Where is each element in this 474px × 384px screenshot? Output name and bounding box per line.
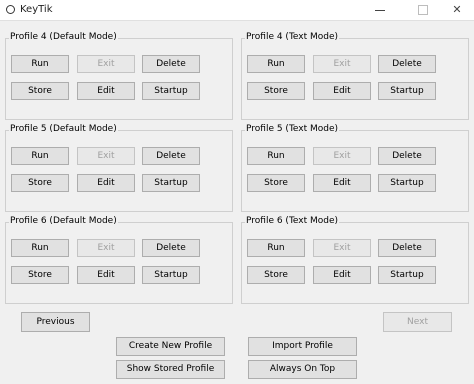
delete-button[interactable]: Delete <box>378 147 436 165</box>
group-label: Profile 4 (Text Mode) <box>245 32 340 42</box>
profile-6-default-group: Profile 6 (Default Mode) Run Exit Delete… <box>5 216 233 304</box>
delete-button[interactable]: Delete <box>142 239 200 257</box>
show-stored-profile-button[interactable]: Show Stored Profile <box>116 360 225 379</box>
run-button[interactable]: Run <box>247 55 305 73</box>
group-label: Profile 4 (Default Mode) <box>9 32 118 42</box>
edit-button[interactable]: Edit <box>313 174 371 192</box>
store-button[interactable]: Store <box>11 266 69 284</box>
edit-button[interactable]: Edit <box>313 82 371 100</box>
edit-button[interactable]: Edit <box>77 82 135 100</box>
edit-button[interactable]: Edit <box>77 174 135 192</box>
minimize-button[interactable] <box>365 2 395 18</box>
edit-button[interactable]: Edit <box>313 266 371 284</box>
exit-button[interactable]: Exit <box>77 147 135 165</box>
maximize-button[interactable] <box>408 2 438 18</box>
window-title: KeyTik <box>20 4 53 15</box>
store-button[interactable]: Store <box>11 174 69 192</box>
run-button[interactable]: Run <box>247 147 305 165</box>
profile-6-text-group: Profile 6 (Text Mode) Run Exit Delete St… <box>241 216 469 304</box>
group-label: Profile 6 (Default Mode) <box>9 216 118 226</box>
previous-button[interactable]: Previous <box>21 312 90 332</box>
minimize-icon <box>375 10 385 11</box>
always-on-top-button[interactable]: Always On Top <box>248 360 357 379</box>
startup-button[interactable]: Startup <box>142 266 200 284</box>
startup-button[interactable]: Startup <box>378 266 436 284</box>
profile-4-default-group: Profile 4 (Default Mode) Run Exit Delete… <box>5 32 233 120</box>
store-button[interactable]: Store <box>247 82 305 100</box>
delete-button[interactable]: Delete <box>378 239 436 257</box>
exit-button[interactable]: Exit <box>77 239 135 257</box>
edit-button[interactable]: Edit <box>77 266 135 284</box>
store-button[interactable]: Store <box>11 82 69 100</box>
next-button[interactable]: Next <box>383 312 452 332</box>
startup-button[interactable]: Startup <box>378 174 436 192</box>
run-button[interactable]: Run <box>247 239 305 257</box>
run-button[interactable]: Run <box>11 239 69 257</box>
maximize-icon <box>418 5 428 15</box>
exit-button[interactable]: Exit <box>313 239 371 257</box>
run-button[interactable]: Run <box>11 55 69 73</box>
group-label: Profile 5 (Default Mode) <box>9 124 118 134</box>
app-logo-icon <box>6 5 15 14</box>
store-button[interactable]: Store <box>247 266 305 284</box>
exit-button[interactable]: Exit <box>313 147 371 165</box>
delete-button[interactable]: Delete <box>142 147 200 165</box>
startup-button[interactable]: Startup <box>378 82 436 100</box>
startup-button[interactable]: Startup <box>142 174 200 192</box>
store-button[interactable]: Store <box>247 174 305 192</box>
run-button[interactable]: Run <box>11 147 69 165</box>
close-button[interactable]: ✕ <box>442 2 472 18</box>
delete-button[interactable]: Delete <box>142 55 200 73</box>
group-label: Profile 5 (Text Mode) <box>245 124 340 134</box>
startup-button[interactable]: Startup <box>142 82 200 100</box>
group-label: Profile 6 (Text Mode) <box>245 216 340 226</box>
profile-5-default-group: Profile 5 (Default Mode) Run Exit Delete… <box>5 124 233 212</box>
exit-button[interactable]: Exit <box>313 55 371 73</box>
create-new-profile-button[interactable]: Create New Profile <box>116 337 225 356</box>
profile-5-text-group: Profile 5 (Text Mode) Run Exit Delete St… <box>241 124 469 212</box>
profile-4-text-group: Profile 4 (Text Mode) Run Exit Delete St… <box>241 32 469 120</box>
import-profile-button[interactable]: Import Profile <box>248 337 357 356</box>
title-bar: KeyTik ✕ <box>0 0 474 21</box>
exit-button[interactable]: Exit <box>77 55 135 73</box>
delete-button[interactable]: Delete <box>378 55 436 73</box>
